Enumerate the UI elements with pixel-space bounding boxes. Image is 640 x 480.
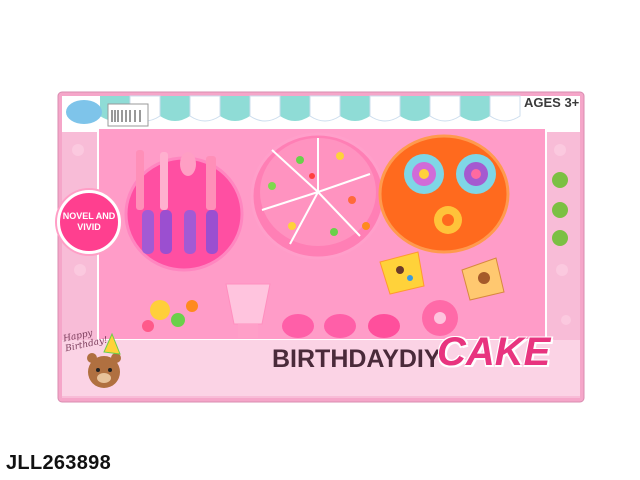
- product-code: JLL263898: [6, 452, 111, 474]
- cake-icon: [250, 132, 386, 260]
- barcode-sticker: [107, 103, 149, 127]
- spoon-icon: [180, 152, 196, 176]
- feature-icons: [552, 172, 568, 246]
- brand-logo: [66, 100, 102, 124]
- lollipop-plate: [378, 134, 510, 254]
- novel-vivid-badge: NOVEL AND VIVID: [57, 190, 121, 254]
- age-label: AGES 3+: [524, 95, 580, 110]
- badge-line2: VIVID: [77, 222, 101, 232]
- cupcakes: [282, 314, 400, 338]
- title-cake: CAKE: [437, 330, 551, 374]
- title-birthday-diy: BIRTHDAYDIY: [272, 345, 441, 373]
- badge-line1: NOVEL AND: [62, 211, 116, 221]
- fork-icon: [160, 152, 168, 210]
- knife-icon: [136, 150, 144, 210]
